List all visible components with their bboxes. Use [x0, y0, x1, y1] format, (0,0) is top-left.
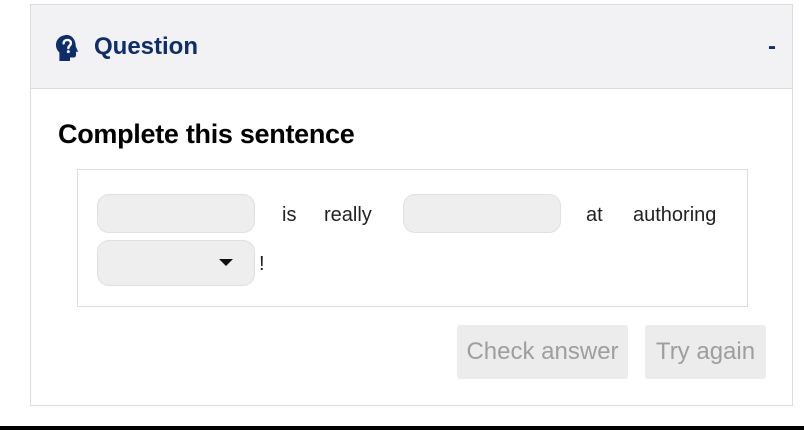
- question-title: Question: [94, 33, 199, 60]
- bottom-divider: [0, 426, 804, 430]
- collapse-button[interactable]: -: [768, 31, 776, 63]
- sentence-container: is really at authoring !: [77, 169, 748, 307]
- blank-dropdown[interactable]: [97, 240, 255, 286]
- check-answer-button[interactable]: Check answer: [457, 325, 628, 379]
- caret-down-icon: [219, 259, 233, 266]
- word-at: at: [586, 204, 603, 226]
- word-exclamation: !: [259, 253, 265, 275]
- try-again-button[interactable]: Try again: [645, 325, 766, 379]
- question-header[interactable]: Question -: [31, 5, 792, 89]
- word-authoring: authoring: [633, 204, 717, 226]
- blank-input-2[interactable]: [403, 194, 561, 233]
- question-card: Question - Complete this sentence is rea…: [30, 4, 793, 406]
- blank-input-1[interactable]: [97, 194, 255, 233]
- question-prompt: Complete this sentence: [58, 119, 355, 149]
- word-really: really: [324, 204, 372, 226]
- question-head-icon: [56, 35, 79, 61]
- word-is: is: [282, 204, 297, 226]
